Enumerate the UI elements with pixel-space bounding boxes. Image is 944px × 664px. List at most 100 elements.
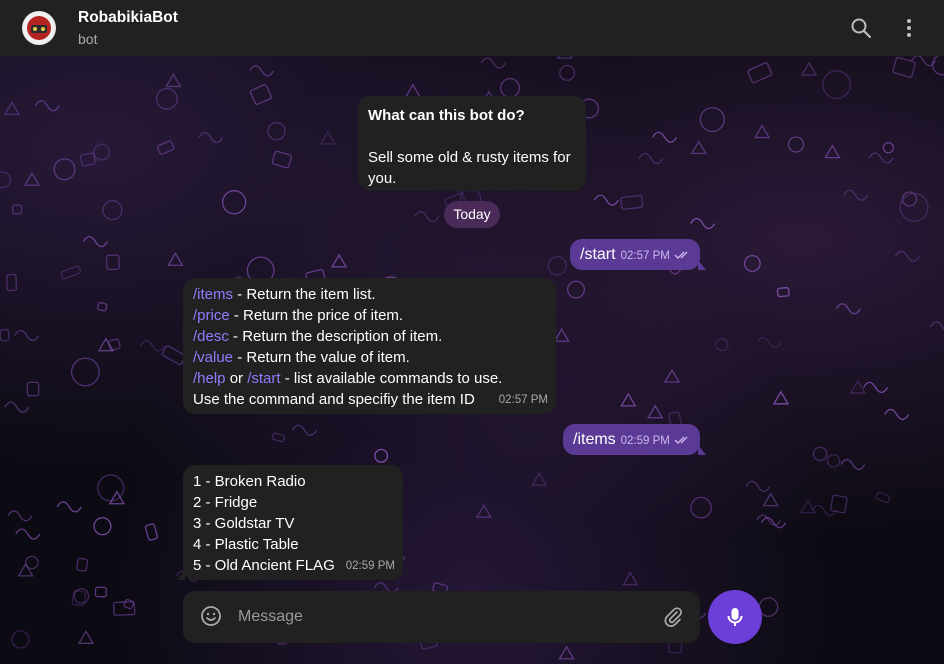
attach-button[interactable] — [662, 606, 684, 628]
help-text: - list available commands to use. — [280, 370, 503, 387]
wallpaper-doodle — [94, 586, 107, 598]
message-text: /items — [573, 431, 616, 448]
wallpaper-doodle — [894, 250, 920, 262]
list-item: 2 - Fridge — [193, 494, 258, 511]
help-line-items: /items - Return the item list. — [193, 284, 546, 305]
search-icon — [851, 18, 872, 39]
message-input[interactable] — [232, 598, 664, 636]
wallpaper-doodle — [799, 499, 816, 514]
wallpaper-doodle — [198, 131, 224, 144]
list-item: 1 - Broken Radio — [193, 473, 306, 490]
help-text: - Return the item list. — [233, 286, 376, 303]
wallpaper-doodle — [715, 338, 729, 352]
wallpaper-doodle — [156, 140, 175, 155]
incoming-message-item-list[interactable]: 1 - Broken Radio 2 - Fridge 3 - Goldstar… — [177, 465, 403, 580]
wallpaper-doodle — [840, 458, 866, 471]
wallpaper-doodle — [475, 503, 492, 518]
message-time: 02:59 PM — [620, 435, 670, 447]
wallpaper-doodle — [553, 327, 570, 342]
wallpaper-doodle — [622, 571, 639, 586]
wallpaper-doodle — [3, 100, 20, 115]
wallpaper-doodle — [76, 557, 89, 572]
emoji-button[interactable] — [200, 605, 222, 627]
command-link[interactable]: /value — [193, 349, 233, 366]
wallpaper-doodle — [249, 65, 275, 77]
wallpaper-doodle — [34, 100, 60, 112]
wallpaper-doodle — [868, 152, 894, 164]
wallpaper-doodle — [758, 597, 779, 617]
command-link[interactable]: /help — [193, 370, 226, 387]
wallpaper-doodle — [14, 329, 40, 342]
wallpaper-doodle — [77, 630, 95, 644]
wallpaper-doodle — [761, 517, 787, 529]
wallpaper-doodle — [812, 446, 828, 462]
wallpaper-doodle — [663, 368, 681, 383]
wallpaper-doodle — [0, 171, 12, 189]
double-check-icon — [674, 436, 688, 445]
wallpaper-doodle — [0, 328, 10, 342]
wallpaper-doodle — [123, 598, 134, 610]
wallpaper-doodle — [374, 448, 389, 463]
wallpaper-doodle — [556, 56, 574, 59]
message-time: 02:59 PM — [345, 560, 395, 572]
wallpaper-doodle — [862, 381, 889, 394]
wallpaper-doodle — [762, 492, 779, 507]
help-text: or — [225, 370, 248, 387]
paperclip-icon — [664, 607, 682, 627]
wallpaper-doodle — [26, 381, 40, 397]
wallpaper-doodle — [105, 254, 120, 271]
wallpaper-doodle — [267, 121, 286, 141]
wallpaper-doodle — [884, 408, 910, 421]
wallpaper-doodle — [699, 106, 725, 133]
wallpaper-doodle — [167, 251, 184, 266]
bot-status: bot — [78, 31, 98, 47]
wallpaper-doodle — [23, 171, 41, 186]
wallpaper-doodle — [291, 424, 318, 436]
wallpaper-doodle — [60, 265, 82, 280]
incoming-message-help[interactable]: /items - Return the item list. /price - … — [183, 278, 556, 414]
command-link[interactable]: /desc — [193, 328, 229, 345]
outgoing-message-items[interactable]: /items 02:59 PM — [563, 424, 706, 455]
wallpaper-doodle — [835, 303, 861, 315]
double-check-icon — [674, 251, 688, 260]
message-text: /start — [580, 246, 616, 263]
command-link[interactable]: /price — [193, 307, 230, 324]
wallpaper-doodle — [249, 84, 272, 106]
bot-name[interactable]: RobabikiaBot — [78, 9, 178, 27]
wallpaper-doodle — [4, 401, 30, 413]
command-link[interactable]: /items — [193, 286, 233, 303]
wallpaper-doodle — [11, 630, 30, 649]
wallpaper-doodle — [97, 301, 108, 312]
smile-icon — [201, 606, 221, 626]
voice-record-button[interactable] — [708, 590, 762, 644]
wallpaper-doodle — [747, 62, 773, 84]
wallpaper-doodle — [745, 480, 771, 492]
wallpaper-doodle — [531, 471, 548, 486]
wallpaper-doodle — [899, 192, 929, 222]
wallpaper-doodle — [330, 253, 348, 268]
wallpaper-doodle — [155, 87, 178, 110]
wallpaper-doodle — [414, 210, 440, 223]
command-link[interactable]: /start — [247, 370, 280, 387]
wallpaper-doodle — [139, 340, 166, 352]
wallpaper-doodle — [690, 140, 707, 155]
more-options-button[interactable] — [897, 16, 921, 40]
wallpaper-doodle — [620, 194, 644, 210]
chat-area[interactable]: What can this bot do? Sell some old & ru… — [0, 56, 944, 664]
wallpaper-doodle — [93, 143, 111, 161]
wallpaper-doodle — [165, 73, 182, 88]
wallpaper-doodle — [559, 64, 576, 81]
wallpaper-doodle — [842, 189, 868, 201]
message-time: 02:57 PM — [620, 250, 670, 262]
wallpaper-doodle — [93, 517, 112, 536]
bot-avatar[interactable] — [22, 11, 56, 45]
wallpaper-doodle — [144, 523, 159, 541]
wallpaper-doodle — [776, 287, 790, 298]
wallpaper-doodle — [102, 200, 123, 221]
wallpaper-doodle — [756, 514, 782, 526]
search-button[interactable] — [849, 16, 873, 40]
info-card-title: What can this bot do? — [368, 107, 525, 124]
wallpaper-doodle — [500, 77, 521, 98]
outgoing-message-start[interactable]: /start 02:57 PM — [570, 239, 706, 270]
wallpaper-doodle — [787, 136, 805, 153]
